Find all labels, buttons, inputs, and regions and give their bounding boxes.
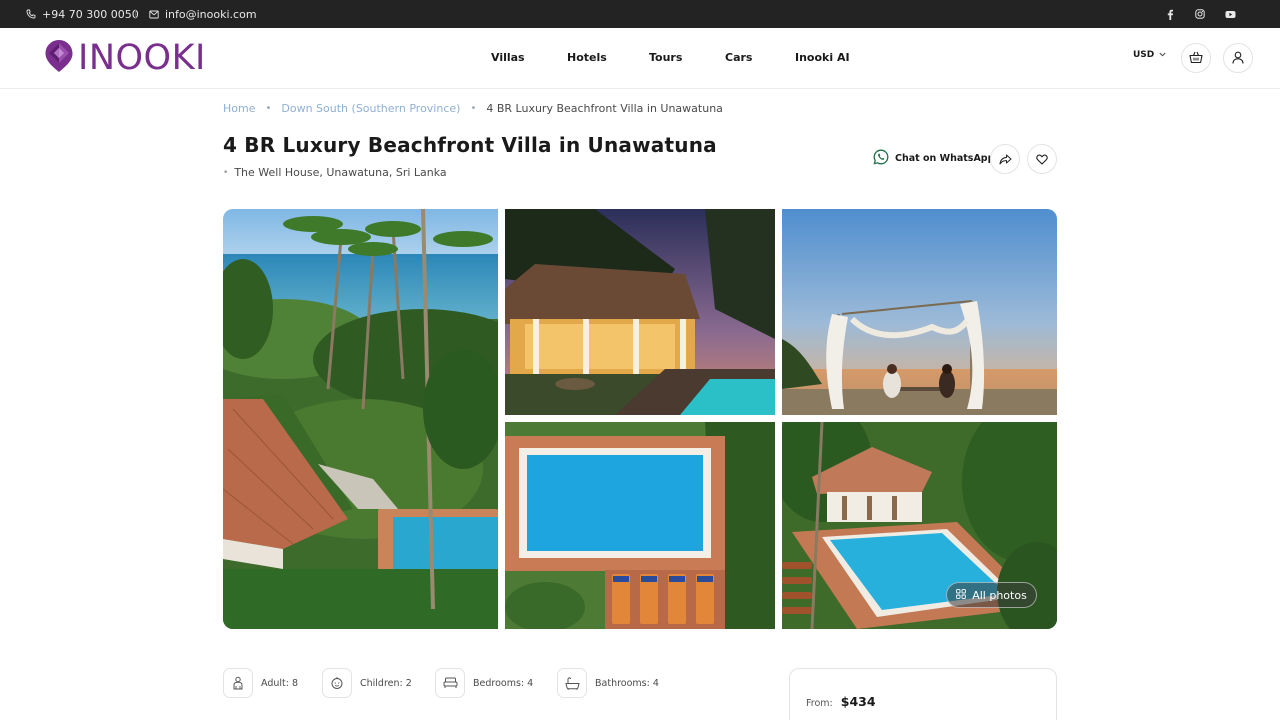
bedroom-count: Bedrooms: 4 bbox=[473, 677, 534, 689]
facebook-icon[interactable] bbox=[1164, 8, 1176, 20]
mail-icon bbox=[149, 10, 159, 19]
adult-count: Adult: 8 bbox=[261, 677, 299, 689]
phone-contact[interactable]: +94 70 300 0050 bbox=[26, 0, 139, 28]
feature-children: Children: 2 bbox=[322, 668, 412, 698]
location-text: The Well House, Unawatuna, Sri Lanka bbox=[234, 166, 447, 179]
listing-location: • The Well House, Unawatuna, Sri Lanka bbox=[223, 166, 447, 179]
share-button[interactable] bbox=[990, 144, 1020, 174]
phone-icon bbox=[26, 9, 36, 19]
price-from-label: From: bbox=[806, 698, 833, 709]
wishlist-button[interactable] bbox=[1027, 144, 1057, 174]
site-logo[interactable]: INOOKI bbox=[44, 39, 206, 77]
adult-icon bbox=[223, 668, 253, 698]
nav-tours[interactable]: Tours bbox=[649, 51, 682, 64]
all-photos-label: All photos bbox=[972, 588, 1027, 602]
nav-inooki-ai[interactable]: Inooki AI bbox=[795, 51, 850, 64]
bed-icon bbox=[435, 668, 465, 698]
price-amount: $434 bbox=[840, 694, 876, 709]
instagram-icon[interactable] bbox=[1194, 8, 1206, 20]
gallery-photo-beach-dinner[interactable] bbox=[782, 209, 1057, 415]
heart-icon bbox=[1036, 150, 1048, 169]
whatsapp-icon bbox=[873, 149, 889, 168]
price-card: From: $434 bbox=[789, 668, 1057, 720]
currency-selector[interactable]: USD bbox=[1133, 50, 1166, 60]
nav-villas[interactable]: Villas bbox=[491, 51, 525, 64]
youtube-icon[interactable] bbox=[1224, 8, 1236, 20]
bathtub-icon bbox=[557, 668, 587, 698]
share-icon bbox=[999, 150, 1012, 169]
social-links bbox=[1164, 0, 1236, 28]
account-button[interactable] bbox=[1223, 43, 1253, 73]
nav-hotels[interactable]: Hotels bbox=[567, 51, 607, 64]
breadcrumb-current: 4 BR Luxury Beachfront Villa in Unawatun… bbox=[486, 102, 723, 115]
bathroom-count: Bathrooms: 4 bbox=[595, 677, 659, 689]
grid-icon bbox=[956, 588, 967, 602]
chevron-down-icon bbox=[1159, 50, 1166, 60]
gallery-photo-veranda-night[interactable] bbox=[505, 209, 775, 415]
breadcrumb-home[interactable]: Home bbox=[223, 102, 255, 115]
breadcrumb-separator: • bbox=[470, 103, 477, 114]
breadcrumb: Home • Down South (Southern Province) • … bbox=[223, 102, 723, 115]
gallery-photo-aerial-villa[interactable] bbox=[223, 209, 498, 629]
top-bar: +94 70 300 0050 info@inooki.com bbox=[0, 0, 1280, 28]
basket-icon bbox=[1189, 49, 1203, 68]
all-photos-button[interactable]: All photos bbox=[946, 582, 1037, 608]
user-icon bbox=[1232, 49, 1244, 68]
phone-number: +94 70 300 0050 bbox=[42, 7, 139, 21]
gallery-photo-pool-aerial[interactable] bbox=[505, 422, 775, 629]
breadcrumb-separator: • bbox=[265, 103, 272, 114]
topbar-divider bbox=[135, 9, 136, 19]
currency-label: USD bbox=[1133, 50, 1155, 60]
email-address: info@inooki.com bbox=[165, 7, 257, 21]
feature-bedrooms: Bedrooms: 4 bbox=[435, 668, 533, 698]
photo-gallery bbox=[223, 209, 1057, 629]
price-row: From: $434 bbox=[806, 694, 876, 709]
feature-adults: Adult: 8 bbox=[223, 668, 298, 698]
breadcrumb-region[interactable]: Down South (Southern Province) bbox=[281, 102, 460, 115]
logo-mark-icon bbox=[44, 39, 74, 77]
children-count: Children: 2 bbox=[360, 677, 412, 689]
page-title: 4 BR Luxury Beachfront Villa in Unawatun… bbox=[223, 133, 717, 157]
whatsapp-chat-button[interactable]: Chat on WhatsApp bbox=[873, 148, 994, 168]
main-header: INOOKI Villas Hotels Tours Cars Inooki A… bbox=[0, 28, 1280, 89]
nav-cars[interactable]: Cars bbox=[725, 51, 752, 64]
email-contact[interactable]: info@inooki.com bbox=[149, 0, 257, 28]
whatsapp-label: Chat on WhatsApp bbox=[895, 152, 995, 164]
location-bullet: • bbox=[223, 167, 229, 178]
child-icon bbox=[322, 668, 352, 698]
logo-text: INOOKI bbox=[78, 38, 206, 78]
feature-bathrooms: Bathrooms: 4 bbox=[557, 668, 659, 698]
cart-button[interactable] bbox=[1181, 43, 1211, 73]
